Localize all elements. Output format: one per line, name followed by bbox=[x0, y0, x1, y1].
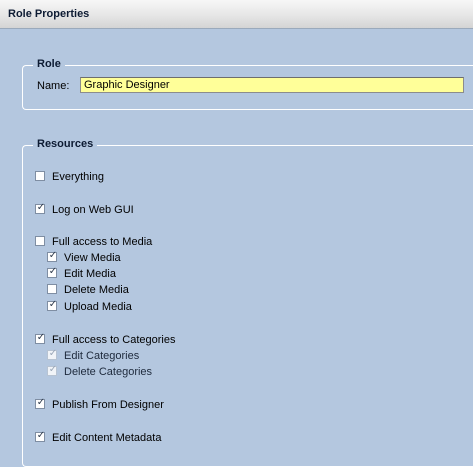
check-mark-icon: ✓ bbox=[36, 202, 46, 213]
full-access-media-label: Full access to Media bbox=[52, 236, 153, 248]
delete-media-label: Delete Media bbox=[64, 284, 129, 296]
check-mark-icon: ✓ bbox=[36, 430, 46, 441]
view-media-label: View Media bbox=[64, 252, 121, 264]
full-access-categories-label: Full access to Categories bbox=[52, 334, 176, 346]
log-on-web-gui-label: Log on Web GUI bbox=[52, 204, 134, 216]
check-mark-icon: ✓ bbox=[48, 364, 58, 375]
everything-label: Everything bbox=[52, 171, 104, 183]
check-mark-icon: ✓ bbox=[48, 266, 58, 277]
publish-from-designer-checkbox[interactable]: ✓ bbox=[35, 397, 46, 409]
upload-media-checkbox[interactable]: ✓ bbox=[47, 299, 58, 311]
log-on-web-gui-checkbox[interactable]: ✓ bbox=[35, 202, 46, 214]
check-mark-icon: ✓ bbox=[36, 332, 46, 343]
resources-legend: Resources bbox=[33, 138, 98, 150]
name-label: Name: bbox=[37, 80, 70, 92]
panel-title: Role Properties bbox=[8, 8, 90, 20]
full-access-categories-checkbox[interactable]: ✓ bbox=[35, 332, 46, 344]
delete-categories-checkbox: ✓ bbox=[47, 364, 58, 376]
edit-content-metadata-checkbox[interactable]: ✓ bbox=[35, 430, 46, 442]
delete-categories-label: Delete Categories bbox=[64, 366, 153, 378]
check-mark-icon: ✓ bbox=[48, 299, 58, 310]
role-legend: Role bbox=[33, 58, 65, 70]
view-media-checkbox[interactable]: ✓ bbox=[47, 250, 58, 262]
edit-content-metadata-label: Edit Content Metadata bbox=[52, 432, 162, 444]
full-access-media-checkbox[interactable] bbox=[35, 236, 45, 246]
check-mark-icon: ✓ bbox=[48, 250, 58, 261]
name-field[interactable] bbox=[80, 77, 464, 93]
publish-from-designer-label: Publish From Designer bbox=[52, 399, 164, 411]
panel-header: Role Properties bbox=[0, 0, 473, 29]
upload-media-label: Upload Media bbox=[64, 301, 132, 313]
check-mark-icon: ✓ bbox=[36, 397, 46, 408]
edit-media-checkbox[interactable]: ✓ bbox=[47, 266, 58, 278]
edit-media-label: Edit Media bbox=[64, 268, 116, 280]
check-mark-icon: ✓ bbox=[48, 348, 58, 359]
edit-categories-checkbox: ✓ bbox=[47, 348, 58, 360]
everything-checkbox[interactable] bbox=[35, 171, 45, 181]
edit-categories-label: Edit Categories bbox=[64, 350, 140, 362]
delete-media-checkbox[interactable] bbox=[47, 284, 57, 294]
